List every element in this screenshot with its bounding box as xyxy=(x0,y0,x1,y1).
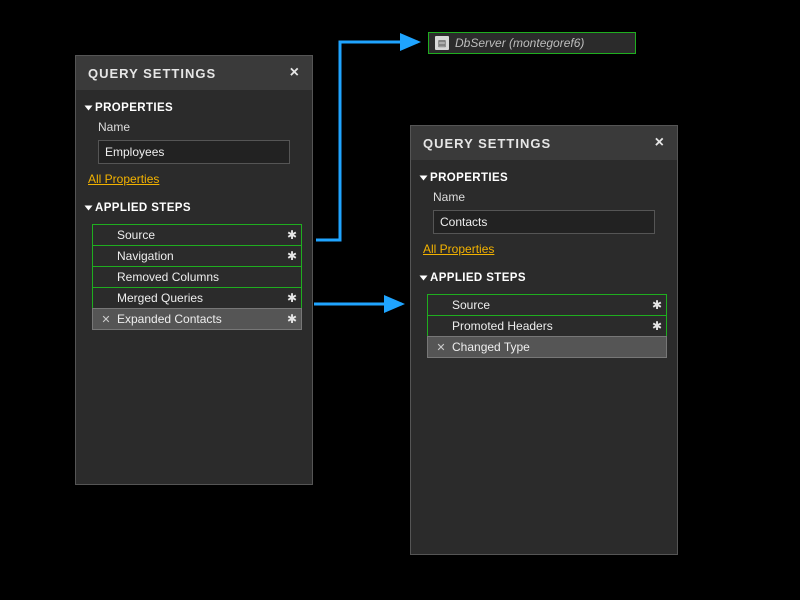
gear-icon[interactable]: ✱ xyxy=(652,298,662,312)
panel-body: PROPERTIES Name All Properties APPLIED S… xyxy=(411,160,677,554)
applied-step-item[interactable]: Source✱ xyxy=(92,224,302,246)
gear-icon[interactable]: ✱ xyxy=(287,312,297,326)
name-input[interactable] xyxy=(98,140,290,164)
close-icon[interactable]: × xyxy=(655,135,665,151)
applied-step-label: Changed Type xyxy=(448,340,662,354)
applied-step-label: Promoted Headers xyxy=(448,319,652,333)
chevron-down-icon xyxy=(85,206,93,211)
db-server-node[interactable]: ▤ DbServer (montegoref6) xyxy=(428,32,636,54)
close-icon[interactable]: × xyxy=(290,65,300,81)
section-applied-steps-label: APPLIED STEPS xyxy=(95,202,191,214)
query-settings-panel-right: QUERY SETTINGS × PROPERTIES Name All Pro… xyxy=(410,125,678,555)
applied-step-label: Navigation xyxy=(113,249,287,263)
db-server-label: DbServer (montegoref6) xyxy=(455,36,584,50)
all-properties-link[interactable]: All Properties xyxy=(421,242,667,256)
query-settings-panel-left: QUERY SETTINGS × PROPERTIES Name All Pro… xyxy=(75,55,313,485)
database-icon: ▤ xyxy=(435,36,449,50)
section-properties-header[interactable]: PROPERTIES xyxy=(421,172,667,184)
applied-step-item[interactable]: Removed Columns xyxy=(92,266,302,288)
gear-icon[interactable]: ✱ xyxy=(287,249,297,263)
applied-step-item[interactable]: Merged Queries✱ xyxy=(92,287,302,309)
delete-step-icon[interactable]: ✕ xyxy=(434,341,448,354)
section-applied-steps-header[interactable]: APPLIED STEPS xyxy=(86,202,302,214)
name-label: Name xyxy=(421,190,667,204)
panel-title-text: QUERY SETTINGS xyxy=(423,136,551,151)
applied-step-item[interactable]: Promoted Headers✱ xyxy=(427,315,667,337)
chevron-down-icon xyxy=(420,276,428,281)
gear-icon[interactable]: ✱ xyxy=(287,291,297,305)
applied-step-label: Expanded Contacts xyxy=(113,312,287,326)
applied-step-item[interactable]: Source✱ xyxy=(427,294,667,316)
applied-step-item[interactable]: ✕Expanded Contacts✱ xyxy=(92,308,302,330)
delete-step-icon[interactable]: ✕ xyxy=(99,313,113,326)
section-properties-label: PROPERTIES xyxy=(95,102,173,114)
all-properties-link[interactable]: All Properties xyxy=(86,172,302,186)
panel-title-text: QUERY SETTINGS xyxy=(88,66,216,81)
section-properties-label: PROPERTIES xyxy=(430,172,508,184)
applied-step-label: Merged Queries xyxy=(113,291,287,305)
section-applied-steps-header[interactable]: APPLIED STEPS xyxy=(421,272,667,284)
chevron-down-icon xyxy=(420,176,428,181)
applied-step-label: Source xyxy=(448,298,652,312)
gear-icon[interactable]: ✱ xyxy=(652,319,662,333)
applied-steps-list: Source✱Navigation✱Removed ColumnsMerged … xyxy=(92,224,302,330)
applied-step-item[interactable]: ✕Changed Type xyxy=(427,336,667,358)
panel-title-bar: QUERY SETTINGS × xyxy=(411,126,677,160)
gear-icon[interactable]: ✱ xyxy=(287,228,297,242)
name-label: Name xyxy=(86,120,302,134)
section-properties-header[interactable]: PROPERTIES xyxy=(86,102,302,114)
section-applied-steps-label: APPLIED STEPS xyxy=(430,272,526,284)
applied-steps-list: Source✱Promoted Headers✱✕Changed Type xyxy=(427,294,667,358)
name-input[interactable] xyxy=(433,210,655,234)
arrow-merged-to-panel xyxy=(310,294,410,314)
panel-body: PROPERTIES Name All Properties APPLIED S… xyxy=(76,90,312,484)
applied-step-label: Removed Columns xyxy=(113,270,297,284)
applied-step-label: Source xyxy=(113,228,287,242)
applied-step-item[interactable]: Navigation✱ xyxy=(92,245,302,267)
chevron-down-icon xyxy=(85,106,93,111)
panel-title-bar: QUERY SETTINGS × xyxy=(76,56,312,90)
